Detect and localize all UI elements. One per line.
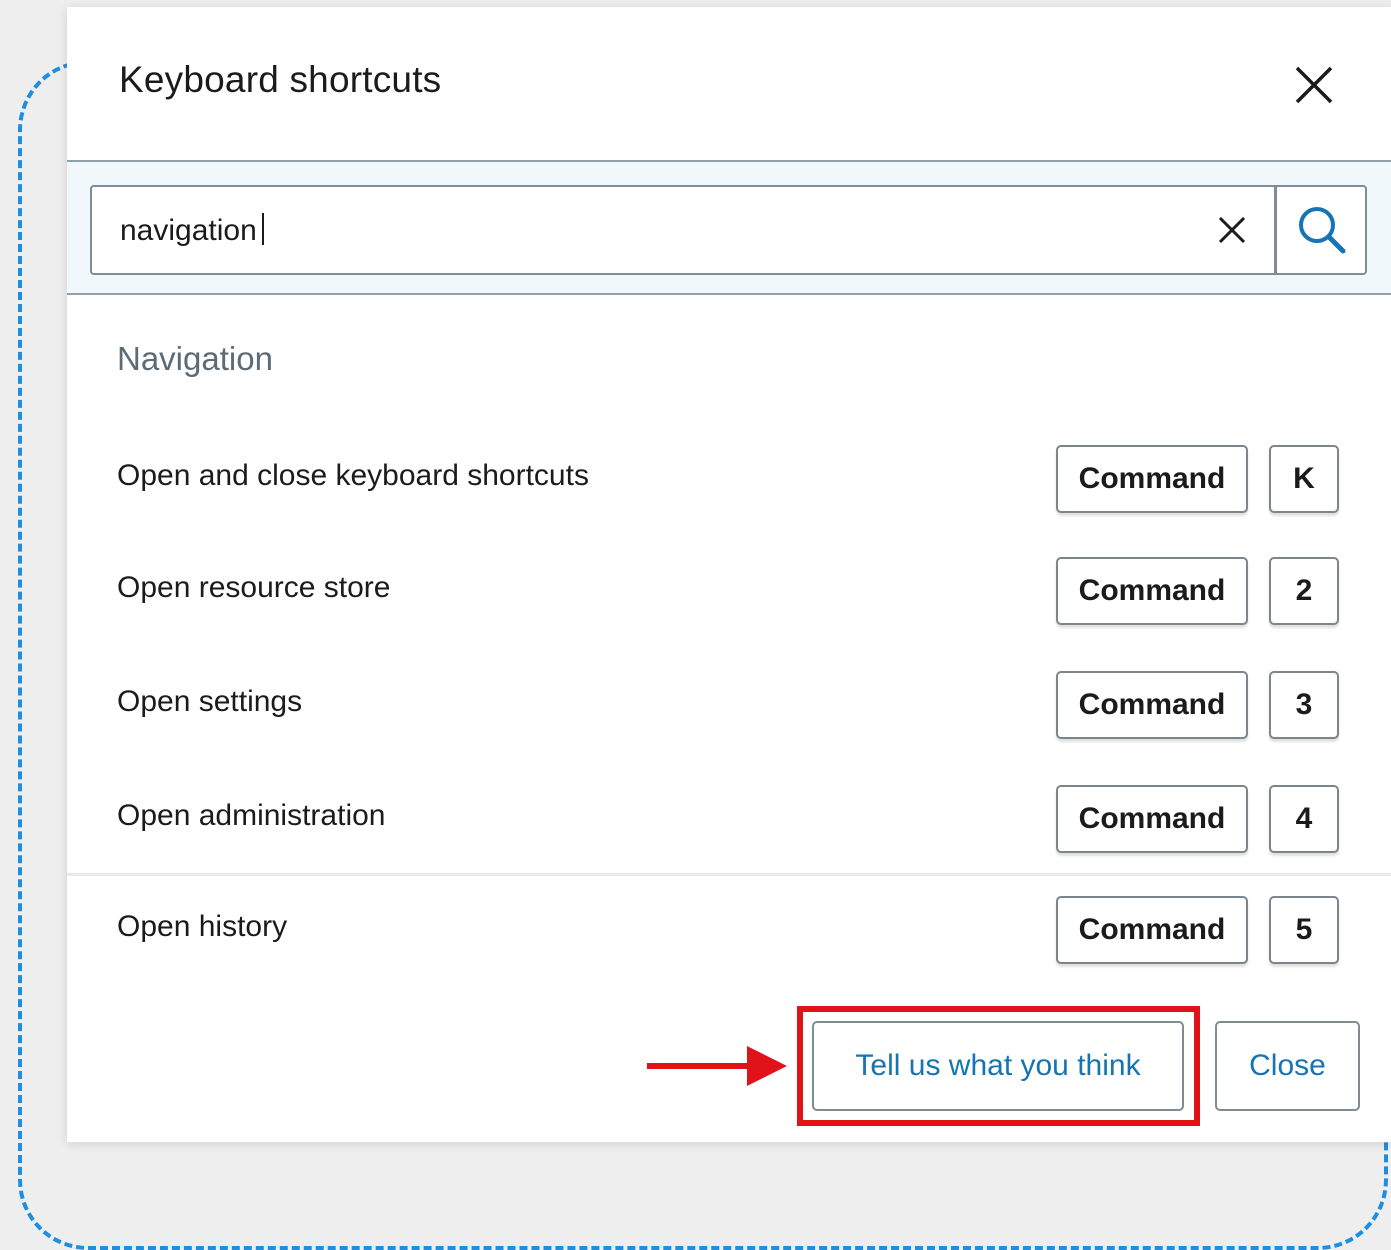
key-modifier: Command — [1056, 445, 1248, 513]
text-caret — [261, 213, 264, 245]
section-heading: Navigation — [117, 340, 273, 377]
feedback-button[interactable]: Tell us what you think — [812, 1021, 1184, 1111]
search-field[interactable]: navigation — [90, 185, 1367, 275]
key-character: 4 — [1269, 785, 1339, 853]
search-input[interactable]: navigation — [120, 213, 264, 248]
dialog-header: Keyboard shortcuts — [67, 7, 1391, 160]
shortcut-label: Open resource store — [117, 571, 391, 604]
key-modifier: Command — [1056, 785, 1248, 853]
shortcut-label: Open settings — [117, 685, 303, 718]
shortcut-label: Open history — [117, 910, 288, 943]
search-input-value: navigation — [120, 214, 257, 247]
shortcut-row: Open settings Command 3 — [67, 671, 1391, 741]
dialog-footer: Tell us what you think Close — [67, 1006, 1391, 1142]
shortcut-row: Open administration Command 4 — [67, 785, 1391, 855]
arrow-right-icon — [647, 1046, 787, 1086]
shortcut-row: Open and close keyboard shortcuts Comman… — [67, 445, 1391, 515]
search-bar: navigation — [67, 160, 1391, 295]
key-character: K — [1269, 445, 1339, 513]
close-icon[interactable] — [1294, 65, 1334, 105]
key-character: 3 — [1269, 671, 1339, 739]
close-button[interactable]: Close — [1215, 1021, 1360, 1111]
shortcut-row: Open resource store Command 2 — [67, 557, 1391, 627]
key-modifier: Command — [1056, 896, 1248, 964]
shortcut-row: Open history Command 5 — [67, 896, 1391, 966]
keyboard-shortcuts-dialog: Keyboard shortcuts navigation Navigation… — [67, 7, 1391, 1142]
key-modifier: Command — [1056, 671, 1248, 739]
list-divider — [67, 873, 1391, 876]
dialog-title: Keyboard shortcuts — [119, 59, 442, 100]
search-button[interactable] — [1277, 187, 1365, 273]
key-character: 5 — [1269, 896, 1339, 964]
key-character: 2 — [1269, 557, 1339, 625]
shortcut-label: Open administration — [117, 799, 386, 832]
search-icon — [1299, 207, 1346, 254]
key-modifier: Command — [1056, 557, 1248, 625]
shortcut-label: Open and close keyboard shortcuts — [117, 459, 589, 492]
clear-icon[interactable] — [1216, 214, 1248, 246]
